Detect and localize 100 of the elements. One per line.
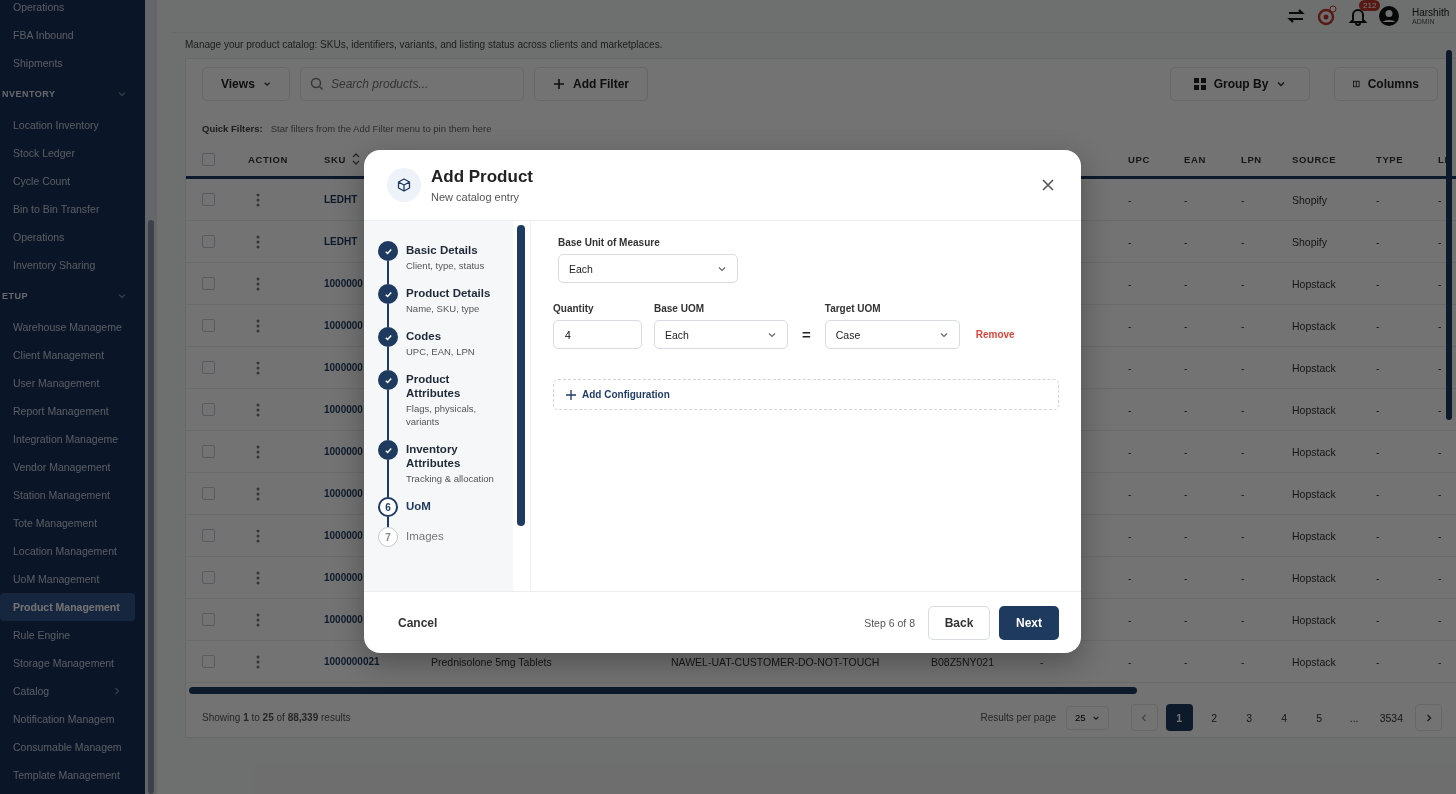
step-title[interactable]: UoM	[406, 499, 506, 513]
add-configuration-button[interactable]: Add Configuration	[553, 379, 1059, 410]
sidebar-item[interactable]: Stock Ledger	[0, 139, 135, 167]
checkbox[interactable]	[202, 445, 215, 458]
sidebar-item[interactable]: Warehouse Manageme	[0, 313, 135, 341]
checkbox[interactable]	[202, 571, 215, 584]
previous-page-button[interactable]	[1130, 704, 1158, 731]
kebab-menu-icon[interactable]	[256, 444, 260, 459]
kebab-menu-icon[interactable]	[256, 612, 260, 627]
kebab-menu-icon[interactable]	[256, 654, 260, 669]
table-cell[interactable]: 1000000	[324, 530, 363, 541]
scrollbar-thumb[interactable]	[189, 687, 1137, 694]
sidebar-item[interactable]: Client Management	[0, 341, 135, 369]
step-title[interactable]: Inventory Attributes	[406, 442, 506, 470]
sidebar-item[interactable]: FBA Inbound	[0, 21, 135, 49]
sidebar-item[interactable]: Notification Managem	[0, 705, 135, 733]
sidebar-item[interactable]: Cycle Count	[0, 167, 135, 195]
next-page-button[interactable]	[1415, 704, 1442, 731]
sidebar-item[interactable]: Operations	[0, 0, 135, 21]
column-header[interactable]: LPN	[1241, 153, 1262, 165]
per-page-select[interactable]: 25	[1066, 705, 1109, 730]
checkbox[interactable]	[202, 529, 215, 542]
checkbox[interactable]	[202, 487, 215, 500]
sidebar-item[interactable]: Product Management	[0, 593, 135, 621]
table-cell[interactable]: 1000000	[324, 488, 363, 499]
checkbox[interactable]	[202, 319, 215, 332]
bell-icon[interactable]	[1348, 6, 1368, 26]
base-uom-select[interactable]: Each	[558, 254, 738, 283]
column-header[interactable]: SOURCE	[1292, 153, 1337, 165]
table-cell[interactable]: 1000000	[324, 572, 363, 583]
chevron-down-icon[interactable]	[117, 89, 127, 99]
sidebar-item[interactable]: Vendor Management	[0, 453, 135, 481]
sidebar-item[interactable]: Storage Management	[0, 649, 135, 677]
sidebar-item[interactable]: Station Management	[0, 481, 135, 509]
column-header[interactable]: LI	[1438, 153, 1448, 165]
scrollbar-thumb[interactable]	[1446, 50, 1452, 420]
target-uom-select[interactable]: Case	[824, 320, 960, 349]
table-cell[interactable]: 1000000	[324, 278, 363, 289]
kebab-menu-icon[interactable]	[256, 360, 260, 375]
table-cell[interactable]: 1000000	[324, 362, 363, 373]
column-header[interactable]: UPC	[1128, 153, 1150, 165]
search-field[interactable]: Search products...	[300, 67, 524, 101]
kebab-menu-icon[interactable]	[256, 570, 260, 585]
group-by-dropdown[interactable]: Group By	[1170, 67, 1310, 101]
column-header[interactable]: TYPE	[1376, 153, 1404, 165]
cancel-button[interactable]: Cancel	[384, 607, 452, 638]
sidebar-item[interactable]: Report Management	[0, 397, 135, 425]
remove-link[interactable]: Remove	[971, 320, 1019, 349]
scrollbar-thumb[interactable]	[148, 220, 154, 794]
sidebar-item[interactable]: Operations	[0, 223, 135, 251]
step-title[interactable]: Images	[406, 529, 506, 543]
table-cell[interactable]: 1000000	[324, 404, 363, 415]
table-cell[interactable]: 1000000021	[324, 656, 380, 667]
quantity-input[interactable]: 4	[553, 320, 642, 349]
sidebar-item[interactable]: Integration Manageme	[0, 425, 135, 453]
checkbox[interactable]	[202, 235, 215, 248]
table-cell[interactable]: LEDHT	[324, 236, 358, 247]
kebab-menu-icon[interactable]	[256, 192, 260, 207]
sidebar-item[interactable]: Catalog	[0, 677, 135, 705]
column-header[interactable]: EAN	[1184, 153, 1206, 165]
columns-button[interactable]: Columns	[1334, 67, 1438, 101]
sort-icon[interactable]	[351, 153, 360, 165]
checkbox[interactable]	[202, 193, 215, 206]
back-button[interactable]: Back	[928, 605, 990, 640]
chevron-down-icon[interactable]	[117, 291, 127, 301]
page-button[interactable]: 2	[1200, 704, 1228, 731]
sidebar-item[interactable]: Tote Management	[0, 509, 135, 537]
page-button[interactable]: 4	[1270, 704, 1298, 731]
sidebar-item[interactable]: User Management	[0, 369, 135, 397]
page-button[interactable]: 3534	[1375, 704, 1407, 731]
scrollbar-thumb[interactable]	[517, 225, 525, 526]
step-title[interactable]: Product Details	[406, 286, 506, 300]
page-button[interactable]: 5	[1305, 704, 1333, 731]
step-title[interactable]: Basic Details	[406, 243, 506, 257]
step-title[interactable]: Product Attributes	[406, 372, 506, 400]
checkbox[interactable]	[202, 152, 215, 166]
table-cell[interactable]: 1000000	[324, 320, 363, 331]
sidebar-item[interactable]: Bin to Bin Transfer	[0, 195, 135, 223]
kebab-menu-icon[interactable]	[256, 486, 260, 501]
sidebar-item[interactable]: Location Inventory	[0, 111, 135, 139]
next-button[interactable]: Next	[999, 605, 1059, 640]
page-button[interactable]: 3	[1235, 704, 1263, 731]
checkbox[interactable]	[202, 277, 215, 290]
base-uom-select[interactable]: Each	[654, 320, 788, 349]
kebab-menu-icon[interactable]	[256, 528, 260, 543]
checkbox[interactable]	[202, 361, 215, 374]
sidebar-item[interactable]: Consumable Managem	[0, 733, 135, 761]
table-cell[interactable]: 1000000	[324, 614, 363, 625]
sidebar-item[interactable]: Inventory Sharing	[0, 251, 135, 279]
sidebar-item[interactable]: Shipments	[0, 49, 135, 77]
page-button[interactable]: 1	[1165, 704, 1193, 731]
sidebar-item[interactable]: Rule Engine	[0, 621, 135, 649]
table-cell[interactable]: 1000000	[324, 446, 363, 457]
checkbox[interactable]	[202, 403, 215, 416]
kebab-menu-icon[interactable]	[256, 318, 260, 333]
close-icon[interactable]	[1041, 178, 1055, 192]
avatar-icon[interactable]	[1378, 5, 1400, 27]
table-cell[interactable]: LEDHT	[324, 194, 358, 205]
views-dropdown[interactable]: Views	[202, 67, 290, 101]
step-title[interactable]: Codes	[406, 329, 506, 343]
